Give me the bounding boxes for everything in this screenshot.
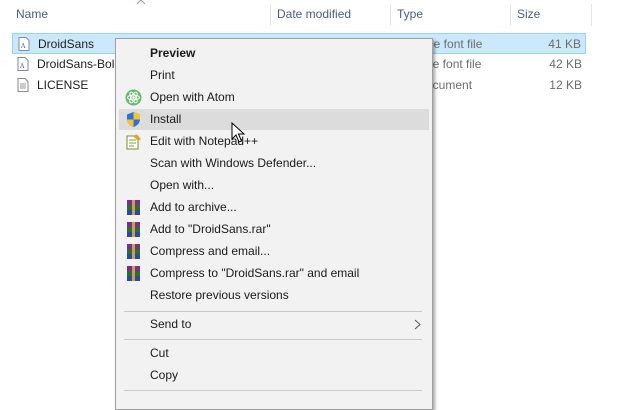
menu-item-install[interactable]: Install (119, 109, 429, 130)
menu-separator (124, 311, 422, 312)
column-divider[interactable] (591, 4, 592, 26)
uac-shield-icon (127, 112, 140, 127)
menu-item-compress-and-email[interactable]: Compress and email... (119, 241, 429, 262)
column-header-type[interactable]: Type (391, 0, 510, 28)
winrar-icon (127, 222, 140, 237)
text-document-icon (17, 78, 29, 92)
menu-item-cut[interactable]: Cut (119, 343, 429, 364)
menu-item-label: Add to archive... (150, 200, 237, 214)
menu-separator (124, 339, 422, 340)
file-size: 42 KB (549, 57, 582, 71)
menu-item-add-to-rar[interactable]: Add to "DroidSans.rar" (119, 219, 429, 240)
chevron-right-icon (414, 319, 421, 330)
menu-item-add-to-archive[interactable]: Add to archive... (119, 197, 429, 218)
winrar-icon (127, 244, 140, 259)
menu-item-label: Add to "DroidSans.rar" (150, 222, 271, 236)
mouse-cursor-icon (231, 122, 245, 143)
column-header-date-modified[interactable]: Date modified (271, 0, 390, 28)
menu-item-restore-previous-versions[interactable]: Restore previous versions (119, 285, 429, 306)
menu-item-label: Open with Atom (150, 90, 235, 104)
column-header-bar: Name Date modified Type Size (0, 0, 592, 28)
file-size: 12 KB (549, 78, 582, 92)
file-size: 41 KB (548, 37, 581, 51)
menu-item-label: Print (150, 68, 175, 82)
svg-text:A: A (20, 43, 26, 50)
menu-item-label: Compress and email... (150, 244, 271, 258)
menu-item-label: Preview (150, 46, 196, 60)
menu-item-label: Copy (150, 368, 179, 382)
menu-item-label: Install (150, 112, 182, 126)
menu-item-label: Cut (150, 346, 169, 360)
menu-item-print[interactable]: Print (119, 65, 429, 86)
menu-item-label: Restore previous versions (150, 288, 289, 302)
file-type: pe font file (426, 57, 482, 71)
notepad-plus-plus-icon (126, 134, 141, 150)
winrar-icon (127, 266, 140, 281)
menu-item-edit-with-notepad[interactable]: Edit with Notepad++ (119, 131, 429, 152)
menu-item-compress-to-rar-and-email[interactable]: Compress to "DroidSans.rar" and email (119, 263, 429, 284)
menu-item-label: Scan with Windows Defender... (150, 156, 317, 170)
file-name: DroidSans-Bold (37, 57, 122, 71)
menu-item-open-with[interactable]: Open with... (119, 175, 429, 196)
font-file-icon: A (17, 57, 29, 71)
font-file-icon: A (18, 37, 30, 51)
menu-item-open-with-atom[interactable]: Open with Atom (119, 87, 429, 108)
column-header-name[interactable]: Name (10, 0, 270, 28)
atom-icon (125, 89, 142, 106)
menu-separator (124, 390, 422, 391)
menu-item-scan-windows-defender[interactable]: Scan with Windows Defender... (119, 153, 429, 174)
svg-text:A: A (19, 63, 25, 70)
winrar-icon (127, 200, 140, 215)
file-name: LICENSE (37, 78, 89, 92)
menu-item-send-to[interactable]: Send to (119, 314, 429, 335)
file-type: pe font file (427, 37, 483, 51)
column-header-size[interactable]: Size (511, 0, 591, 28)
context-menu: Preview Print Open with Atom Install Edi… (115, 38, 433, 410)
menu-item-copy[interactable]: Copy (119, 365, 429, 386)
menu-item-label: Open with... (150, 178, 215, 192)
menu-item-label: Compress to "DroidSans.rar" and email (150, 266, 360, 280)
menu-item-label: Send to (150, 317, 192, 331)
menu-item-preview[interactable]: Preview (119, 43, 429, 64)
file-name: DroidSans (38, 37, 95, 51)
